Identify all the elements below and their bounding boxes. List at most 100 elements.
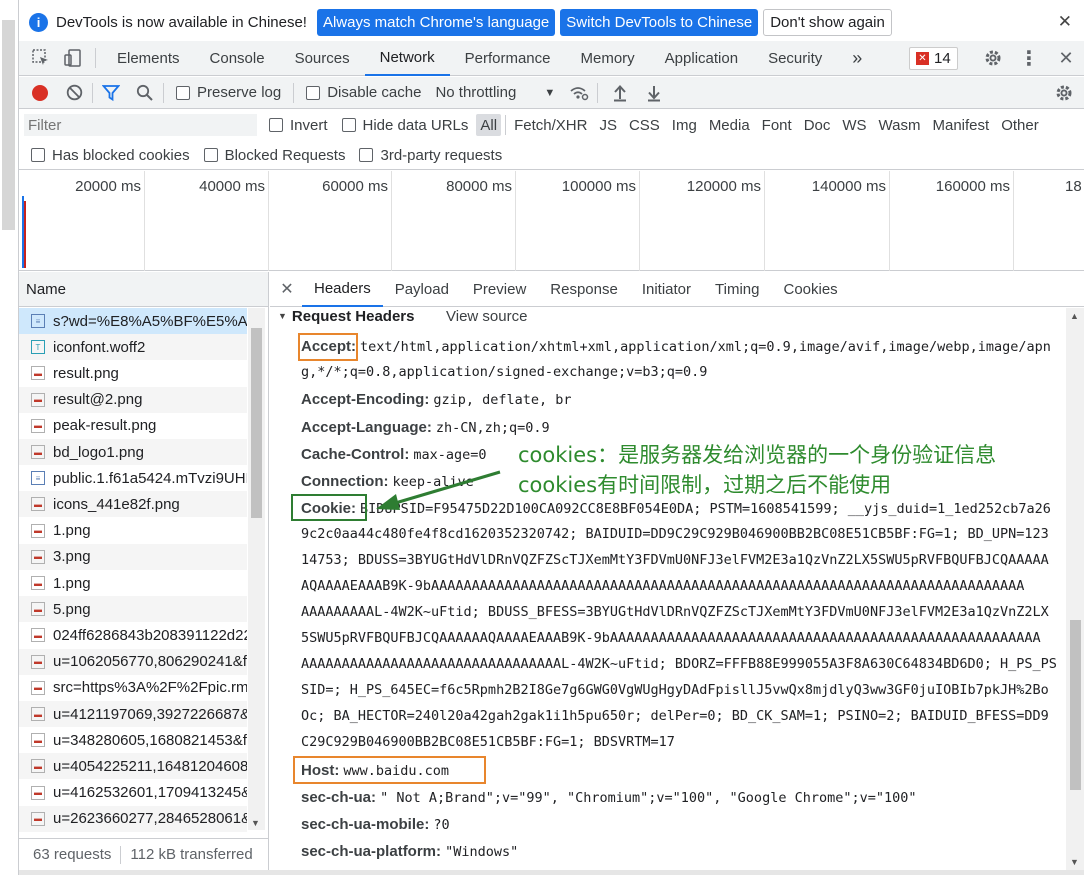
network-timeline-overview[interactable]: 20000 ms 40000 ms 60000 ms 80000 ms 1000… xyxy=(19,171,1084,271)
tab-cookies[interactable]: Cookies xyxy=(771,272,849,307)
third-party-requests-checkbox[interactable]: 3rd-party requests xyxy=(359,147,502,164)
type-wasm[interactable]: Wasm xyxy=(875,114,925,136)
request-row[interactable]: ▬ 1.png xyxy=(19,518,247,544)
always-match-language-button[interactable]: Always match Chrome's language xyxy=(316,9,556,36)
tab-payload[interactable]: Payload xyxy=(383,272,461,307)
tab-headers[interactable]: Headers xyxy=(302,272,383,307)
invert-checkbox[interactable]: Invert xyxy=(269,117,328,134)
request-row[interactable]: ▬ 5.png xyxy=(19,596,247,623)
tab-preview[interactable]: Preview xyxy=(461,272,538,307)
request-row[interactable]: ▬ 024ff6286843b208391122d22 xyxy=(19,622,247,648)
request-row[interactable]: ▬ u=4162532601,1709413245& xyxy=(19,780,247,806)
dont-show-again-button[interactable]: Don't show again xyxy=(763,9,892,36)
infobar-close-icon[interactable]: ✕ xyxy=(1058,12,1072,32)
tab-sources[interactable]: Sources xyxy=(280,41,365,76)
tab-elements[interactable]: Elements xyxy=(102,41,195,76)
checkbox-box[interactable] xyxy=(306,85,321,100)
type-other[interactable]: Other xyxy=(997,114,1043,136)
type-doc[interactable]: Doc xyxy=(800,114,835,136)
request-row[interactable]: Ticonfont.woff2 xyxy=(19,334,247,361)
more-options-kebab-icon[interactable]: ⋮ xyxy=(1017,46,1041,70)
request-list-scrollbar[interactable]: ▼ xyxy=(248,308,265,830)
request-row[interactable]: ▬ 3.png xyxy=(19,543,247,570)
tab-initiator[interactable]: Initiator xyxy=(630,272,703,307)
type-all[interactable]: All xyxy=(476,114,502,136)
tab-console[interactable]: Console xyxy=(195,41,280,76)
request-row[interactable]: ▬ u=1062056770,806290241&f xyxy=(19,648,247,675)
disable-cache-checkbox[interactable]: Disable cache xyxy=(306,84,421,101)
headers-scrollbar[interactable]: ▲ ▼ xyxy=(1066,308,1084,870)
device-toolbar-icon[interactable] xyxy=(61,46,85,70)
request-row[interactable]: ▬ result@2.png xyxy=(19,386,247,413)
throttling-select[interactable]: No throttling ▼ xyxy=(435,84,555,101)
type-manifest[interactable]: Manifest xyxy=(929,114,994,136)
close-devtools-icon[interactable]: ✕ xyxy=(1054,46,1078,70)
type-ws[interactable]: WS xyxy=(838,114,870,136)
left-scrollbar-thumb[interactable] xyxy=(2,20,15,230)
error-count-badge[interactable]: ✕ 14 xyxy=(909,47,958,70)
type-media[interactable]: Media xyxy=(705,114,754,136)
request-row[interactable]: ▬ icons_441e82f.png xyxy=(19,491,247,518)
name-column-header[interactable]: Name xyxy=(19,272,268,307)
switch-to-chinese-button[interactable]: Switch DevTools to Chinese xyxy=(560,9,759,36)
annotation-line-1: cookies：是服务器发给浏览器的一个身份验证信息 xyxy=(518,443,997,467)
search-icon[interactable] xyxy=(133,81,157,105)
request-row[interactable]: ▬ u=348280605,1680821453&f xyxy=(19,727,247,753)
type-fetch-xhr[interactable]: Fetch/XHR xyxy=(510,114,591,136)
blocked-requests-checkbox[interactable]: Blocked Requests xyxy=(203,147,345,164)
scroll-down-arrow-icon[interactable]: ▼ xyxy=(251,818,260,828)
view-source-link[interactable]: View source xyxy=(446,308,527,325)
has-blocked-cookies-checkbox[interactable]: Has blocked cookies xyxy=(31,147,190,164)
checkbox-box[interactable] xyxy=(31,148,45,162)
request-row[interactable]: ▬ src=https%3A%2F%2Fpic.rmb xyxy=(19,675,247,701)
scroll-up-arrow-icon[interactable]: ▲ xyxy=(1070,311,1079,321)
checkbox-box[interactable] xyxy=(341,118,356,132)
scrollbar-thumb[interactable] xyxy=(1070,620,1081,790)
filter-input[interactable] xyxy=(24,114,257,136)
settings-gear-icon[interactable] xyxy=(981,46,1005,70)
close-detail-icon[interactable]: ✕ xyxy=(272,279,302,299)
tab-performance[interactable]: Performance xyxy=(450,41,566,76)
request-row[interactable]: ▬ u=4121197069,3927226687& xyxy=(19,701,247,727)
preserve-log-checkbox[interactable]: Preserve log xyxy=(176,84,281,101)
checkbox-box[interactable] xyxy=(359,148,374,162)
tab-network[interactable]: Network xyxy=(364,41,450,76)
tab-application[interactable]: Application xyxy=(650,41,753,76)
type-css[interactable]: CSS xyxy=(625,114,664,136)
header-sec-ch-ua: sec-ch-ua: " Not A;Brand";v="99", "Chrom… xyxy=(301,789,917,806)
clear-icon[interactable] xyxy=(62,81,86,105)
checkbox-box[interactable] xyxy=(176,85,190,100)
request-row[interactable]: ▬ u=2623660277,2846528061& xyxy=(19,805,247,832)
tab-timing[interactable]: Timing xyxy=(703,272,771,307)
network-settings-gear-icon[interactable] xyxy=(1052,81,1076,105)
type-img[interactable]: Img xyxy=(668,114,701,136)
export-har-icon[interactable] xyxy=(642,81,666,105)
filter-funnel-icon[interactable] xyxy=(99,81,123,105)
request-row[interactable]: ≡ public.1.f61a5424.mTvzi9UHL xyxy=(19,465,247,491)
type-font[interactable]: Font xyxy=(758,114,796,136)
inspect-element-icon[interactable] xyxy=(29,46,53,70)
request-headers-section-toggle[interactable]: ▼ Request Headers xyxy=(278,308,414,325)
tab-memory[interactable]: Memory xyxy=(566,41,650,76)
timeline-gridline xyxy=(144,171,145,271)
record-button[interactable] xyxy=(32,84,48,101)
checkbox-box[interactable] xyxy=(203,148,218,162)
import-har-icon[interactable] xyxy=(608,81,632,105)
request-name: 1.png xyxy=(53,522,91,540)
request-name: icons_441e82f.png xyxy=(53,495,180,513)
scrollbar-thumb[interactable] xyxy=(251,328,262,518)
request-row[interactable]: ▬ u=4054225211,16481204608 xyxy=(19,753,247,780)
network-conditions-icon[interactable] xyxy=(567,81,591,105)
tab-security[interactable]: Security xyxy=(753,41,837,76)
request-row[interactable]: ≡ s?wd=%E8%A5%BF%E5%AE% xyxy=(19,308,247,334)
request-row[interactable]: ▬ 1.png xyxy=(19,570,247,596)
request-row[interactable]: ▬ peak-result.png xyxy=(19,413,247,439)
hide-data-urls-checkbox[interactable]: Hide data URLs xyxy=(341,117,468,134)
checkbox-box[interactable] xyxy=(269,118,283,132)
tab-response[interactable]: Response xyxy=(538,272,630,307)
more-tabs-button[interactable]: » xyxy=(837,41,877,76)
request-row[interactable]: ▬ result.png xyxy=(19,360,247,386)
request-row[interactable]: ▬ bd_logo1.png xyxy=(19,439,247,465)
scroll-down-arrow-icon[interactable]: ▼ xyxy=(1070,857,1079,867)
type-js[interactable]: JS xyxy=(595,114,621,136)
